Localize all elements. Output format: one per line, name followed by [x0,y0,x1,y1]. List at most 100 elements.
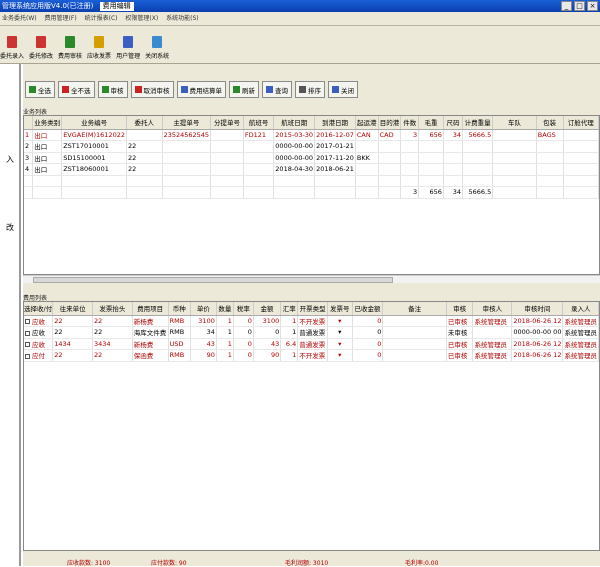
action-button[interactable]: 费用结算单 [176,81,226,98]
table-cell [443,152,464,164]
column-header[interactable]: 计费重量 [462,116,494,130]
business-scrollbar[interactable] [23,275,600,283]
table-cell [24,175,34,187]
table-row [24,175,599,187]
total-cell [378,186,402,199]
maximize-button[interactable]: □ [574,1,585,11]
table-cell [378,163,402,176]
column-header[interactable]: 委托人 [126,116,163,130]
column-header[interactable]: 起运港 [355,116,379,130]
action-button[interactable]: 审核 [97,81,128,98]
column-header[interactable]: 审核时间 [511,302,564,316]
table-row[interactable]: 2 出口 ZST17010001 22 0000-00-00 2017-01-21 [24,140,599,153]
table-cell: 应收 [24,338,54,350]
menu-item[interactable]: 业务委托(W) [2,15,37,22]
active-tab[interactable]: 费用编辑 [99,2,134,11]
totals-row: 3 656 34 5666.5 [24,186,599,199]
action-label: 全不选 [71,86,91,95]
column-header[interactable]: 分提单号 [210,116,244,130]
toolbar-button[interactable]: 委托修改 [29,36,53,60]
action-button[interactable]: 取消审核 [130,81,174,98]
column-header[interactable]: 车队 [492,116,537,130]
column-header[interactable]: 费用项目 [132,302,169,316]
row-checkbox[interactable] [25,353,30,359]
table-row[interactable]: 应收 22 22 海库文件费 RMB 34 1 0 0 1 普通发票 ▾ 0 未审核 0000-00-00 … [24,326,599,339]
table-cell: 系统管理员 [562,315,599,327]
table-cell: 1434 [52,338,93,350]
column-header[interactable]: 数量 [216,302,234,316]
action-button[interactable]: 排序 [295,81,325,98]
action-icon [332,86,339,93]
column-header[interactable] [24,116,34,130]
table-cell: 应收 [24,315,54,327]
toolbar-button[interactable]: 委托录入 [0,36,24,60]
row-checkbox[interactable] [25,330,30,336]
column-header[interactable]: 航班日期 [273,116,316,130]
action-button[interactable]: 刷新 [229,81,259,98]
column-header[interactable]: 往来单位 [52,302,93,316]
row-checkbox[interactable] [25,319,30,325]
menu-item[interactable]: 系统功能(S) [166,15,199,22]
table-cell: ZST17010001 [61,140,127,153]
table-cell: 出口 [32,140,63,153]
row-checkbox[interactable] [25,342,30,348]
column-header[interactable]: 尺码 [443,116,464,130]
scroll-thumb[interactable] [33,277,393,283]
column-header[interactable]: 发票号 [327,302,353,316]
column-header[interactable]: 航班号 [243,116,275,130]
menu-item[interactable]: 权限管理(X) [125,15,158,22]
column-header[interactable]: 业务编号 [61,116,127,130]
column-header[interactable]: 发票抬头 [92,302,133,316]
column-header[interactable]: 已收金额 [352,302,384,316]
column-header[interactable]: 审核人 [472,302,513,316]
table-cell: 保函费 [132,349,169,362]
column-header[interactable]: 到港日期 [314,116,356,130]
close-button[interactable]: × [587,1,598,11]
action-button[interactable]: 全选 [25,81,55,98]
table-row[interactable]: 应收 22 22 新杨费 RMB 3100 1 0 3100 1 不开发票 ▾ 0 已审核 系统管理员 201… [24,315,599,327]
menu-item[interactable]: 费用管理(F) [45,15,77,22]
minimize-button[interactable]: _ [561,1,572,11]
left-panel: 入 改 [0,64,21,566]
column-header[interactable]: 订舱代理 [563,116,599,130]
column-header[interactable]: 审核 [446,302,474,316]
table-cell [126,129,163,141]
table-cell [443,163,464,176]
menu-item[interactable]: 统计报表(C) [85,15,118,22]
column-header[interactable]: 汇率 [280,302,299,316]
column-header[interactable]: 选择收/付 [24,302,54,316]
toolbar-button[interactable]: 应收发票 [87,36,111,60]
column-header[interactable]: 备注 [382,302,447,316]
table-cell [382,338,447,350]
column-header[interactable]: 币种 [168,302,191,316]
table-row[interactable]: 3 出口 SD15100001 22 0000-00-00 2017-11-20 BKK [24,152,599,164]
column-header[interactable]: 业务类别 [32,116,63,130]
table-row[interactable]: 4 出口 ZST18060001 22 2018-04-30 2018-06-21 [24,163,599,176]
column-header[interactable]: 开票类型 [297,302,328,316]
table-cell [243,140,275,153]
column-header[interactable]: 目的港 [378,116,402,130]
table-cell: 应收 [24,326,54,339]
column-header[interactable]: 件数 [400,116,420,130]
action-button[interactable]: 关闭 [328,81,358,98]
toolbar-button[interactable]: 用户管理 [116,36,140,60]
column-header[interactable]: 金额 [253,302,282,316]
total-cell [162,186,212,199]
action-icon [299,86,306,93]
table-row[interactable]: 1 出口 EVGAE(M)1612022 23524562545 FD121 2015-0… [24,129,599,141]
column-header[interactable]: 包装 [536,116,564,130]
toolbar-button[interactable]: 关闭系统 [145,36,169,60]
table-row[interactable]: 应付 22 22 保函费 RMB 90 1 0 90 1 不开发票 ▾ 0 已审核 系统管理员 2018-06… [24,349,599,362]
column-header[interactable]: 录入人 [562,302,599,316]
toolbar-button[interactable]: 费用审核 [58,36,82,60]
action-button[interactable]: 全不选 [58,81,95,98]
table-row[interactable]: 应收 1434 3434 新杨费 USD 43 1 0 43 6.4 普通发票 ▾ 0 已审核 系统管理员 2… [24,338,599,350]
column-header[interactable]: 主提单号 [162,116,212,130]
column-header[interactable]: 单价 [190,302,217,316]
toolbar-label: 委托修改 [29,53,54,60]
column-header[interactable]: 税率 [233,302,254,316]
table-cell: 0 [233,315,254,327]
action-label: 审核 [110,86,124,95]
column-header[interactable]: 毛重 [418,116,444,130]
action-button[interactable]: 查询 [262,81,292,98]
